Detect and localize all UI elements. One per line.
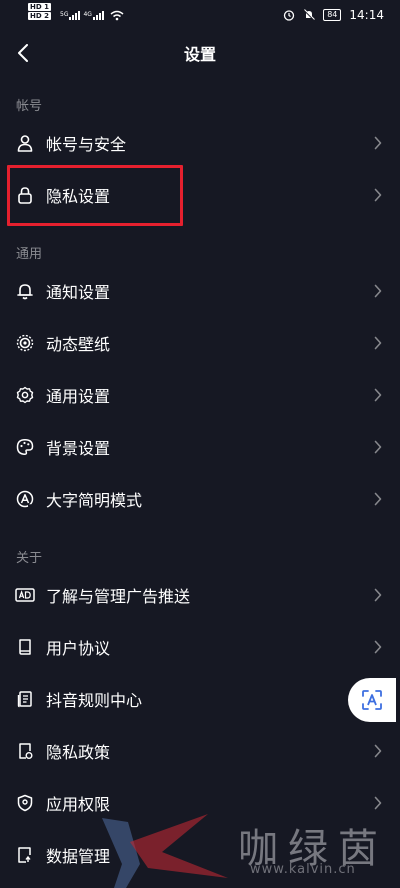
row-label: 大字简明模式 — [46, 491, 143, 510]
chevron-right-icon — [374, 640, 384, 654]
row-user-agreement[interactable]: 用户协议 — [0, 621, 400, 673]
signal-icon: 5G 4G — [58, 10, 104, 20]
row-privacy-policy[interactable]: 隐私政策 — [0, 725, 400, 777]
status-bar: HD 1 HD 2 5G 4G 84 14:14 — [0, 0, 400, 30]
clock: 14:14 — [349, 8, 384, 22]
chevron-right-icon — [374, 336, 384, 350]
gear-icon — [15, 385, 35, 405]
row-notification-settings[interactable]: 通知设置 — [0, 265, 400, 317]
chevron-right-icon — [374, 796, 384, 810]
row-label: 帐号与安全 — [46, 135, 127, 154]
status-right: 84 14:14 — [283, 8, 384, 22]
privacy-doc-icon — [15, 741, 35, 761]
row-account-security[interactable]: 帐号与安全 — [0, 117, 400, 169]
page-title: 设置 — [183, 45, 216, 64]
person-icon — [15, 133, 35, 153]
row-ad-management[interactable]: 了解与管理广告推送 — [0, 569, 400, 621]
row-label: 通用设置 — [46, 387, 111, 406]
row-label: 了解与管理广告推送 — [46, 587, 191, 606]
navigation-bar: 设置 — [0, 30, 400, 76]
net1-label: 5G — [60, 10, 69, 18]
chevron-right-icon — [374, 440, 384, 454]
chevron-right-icon — [374, 388, 384, 402]
chevron-left-icon — [18, 44, 28, 62]
alarm-icon — [283, 9, 295, 21]
chevron-right-icon — [374, 492, 384, 506]
row-app-permissions[interactable]: 应用权限 — [0, 777, 400, 829]
live-wallpaper-icon — [15, 333, 35, 353]
chevron-right-icon — [374, 284, 384, 298]
bell-icon — [15, 281, 35, 301]
document-icon — [15, 689, 35, 709]
row-data-management[interactable]: 数据管理 — [0, 829, 400, 881]
net2-label: 4G — [83, 10, 92, 18]
floating-assistant-button[interactable] — [348, 678, 396, 722]
data-icon — [15, 845, 35, 865]
row-rules-center[interactable]: 抖音规则中心 — [0, 673, 400, 725]
wifi-icon — [110, 10, 124, 21]
font-size-icon — [15, 489, 35, 509]
section-header-about: 关于 — [16, 551, 43, 566]
row-label: 数据管理 — [46, 847, 111, 866]
hd2-badge: HD 2 — [28, 12, 51, 20]
row-live-wallpaper[interactable]: 动态壁纸 — [0, 317, 400, 369]
row-label: 隐私政策 — [46, 743, 111, 762]
chevron-right-icon — [374, 588, 384, 602]
scan-text-icon — [362, 690, 382, 710]
shield-icon — [15, 793, 35, 813]
highlight-box — [7, 165, 183, 226]
section-header-general: 通用 — [16, 247, 43, 262]
row-general-settings[interactable]: 通用设置 — [0, 369, 400, 421]
back-button[interactable] — [10, 40, 36, 66]
book-icon — [15, 637, 35, 657]
chevron-right-icon — [374, 188, 384, 202]
palette-icon — [15, 437, 35, 457]
hd1-badge: HD 1 — [28, 3, 51, 11]
section-header-account: 帐号 — [16, 99, 43, 114]
row-label: 通知设置 — [46, 283, 111, 302]
chevron-right-icon — [374, 136, 384, 150]
row-background-settings[interactable]: 背景设置 — [0, 421, 400, 473]
chevron-right-icon — [374, 744, 384, 758]
row-large-font-mode[interactable]: 大字简明模式 — [0, 473, 400, 525]
row-label: 用户协议 — [46, 639, 111, 658]
row-label: 动态壁纸 — [46, 335, 111, 354]
ad-icon — [15, 585, 35, 605]
mute-icon — [303, 9, 316, 21]
battery-indicator: 84 — [323, 9, 342, 21]
row-label: 应用权限 — [46, 795, 111, 814]
row-label: 背景设置 — [46, 439, 111, 458]
hd-indicators: HD 1 HD 2 — [28, 3, 51, 20]
row-label: 抖音规则中心 — [46, 691, 143, 710]
